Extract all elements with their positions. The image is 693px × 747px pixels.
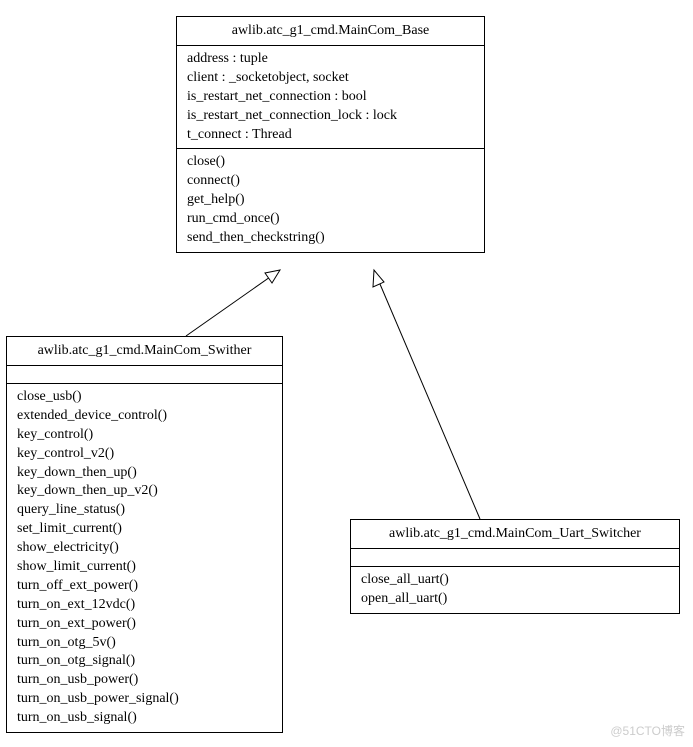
method: close(): [187, 153, 474, 172]
method: connect(): [187, 172, 474, 191]
method: turn_on_usb_signal(): [17, 709, 272, 728]
method: turn_on_ext_12vdc(): [17, 596, 272, 615]
method: extended_device_control(): [17, 407, 272, 426]
class-title: awlib.atc_g1_cmd.MainCom_Swither: [7, 337, 282, 366]
method: show_electricity(): [17, 539, 272, 558]
method: open_all_uart(): [361, 590, 669, 609]
method: turn_on_usb_power_signal(): [17, 690, 272, 709]
method: run_cmd_once(): [187, 210, 474, 229]
method: turn_on_ext_power(): [17, 615, 272, 634]
method: close_usb(): [17, 388, 272, 407]
method: key_down_then_up_v2(): [17, 482, 272, 501]
watermark: @51CTO博客: [610, 722, 685, 739]
method: get_help(): [187, 191, 474, 210]
methods-section: close() connect() get_help() run_cmd_onc…: [177, 149, 484, 251]
attribute: is_restart_net_connection : bool: [187, 88, 474, 107]
attribute: is_restart_net_connection_lock : lock: [187, 107, 474, 126]
method: key_control_v2(): [17, 445, 272, 464]
method: turn_on_otg_5v(): [17, 634, 272, 653]
method: set_limit_current(): [17, 520, 272, 539]
attributes-section: [7, 366, 282, 384]
attribute: t_connect : Thread: [187, 126, 474, 145]
methods-section: close_usb() extended_device_control() ke…: [7, 384, 282, 732]
attribute: address : tuple: [187, 50, 474, 69]
method: turn_off_ext_power(): [17, 577, 272, 596]
attributes-section: address : tuple client : _socketobject, …: [177, 46, 484, 149]
uml-class-swither: awlib.atc_g1_cmd.MainCom_Swither close_u…: [6, 336, 283, 733]
method: turn_on_usb_power(): [17, 671, 272, 690]
method: key_control(): [17, 426, 272, 445]
uml-class-uart: awlib.atc_g1_cmd.MainCom_Uart_Switcher c…: [350, 519, 680, 614]
class-title: awlib.atc_g1_cmd.MainCom_Base: [177, 17, 484, 46]
attributes-section: [351, 549, 679, 567]
uml-class-base: awlib.atc_g1_cmd.MainCom_Base address : …: [176, 16, 485, 253]
method: show_limit_current(): [17, 558, 272, 577]
methods-section: close_all_uart() open_all_uart(): [351, 567, 679, 613]
method: key_down_then_up(): [17, 464, 272, 483]
attribute: client : _socketobject, socket: [187, 69, 474, 88]
method: send_then_checkstring(): [187, 229, 474, 248]
method: turn_on_otg_signal(): [17, 652, 272, 671]
class-title: awlib.atc_g1_cmd.MainCom_Uart_Switcher: [351, 520, 679, 549]
method: query_line_status(): [17, 501, 272, 520]
method: close_all_uart(): [361, 571, 669, 590]
